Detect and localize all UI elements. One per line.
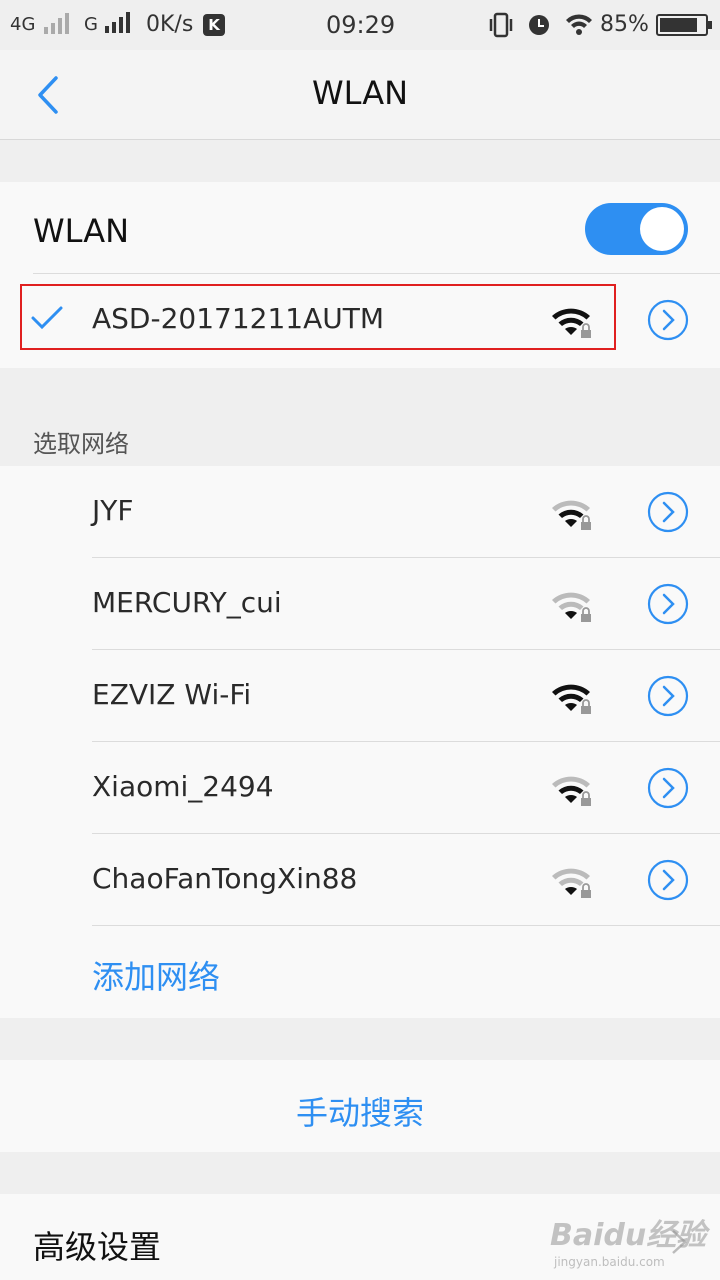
network-details-icon[interactable] (647, 767, 689, 809)
available-networks-section: JYF MERCURY_cui EZVIZ Wi-Fi Xiaomi_2494 … (0, 466, 720, 1018)
advanced-settings-label: 高级设置 (33, 1228, 162, 1266)
battery-icon (656, 14, 712, 36)
battery-percent: 85% (600, 12, 649, 37)
add-network-link[interactable]: 添加网络 (92, 952, 220, 998)
network-row[interactable]: EZVIZ Wi-Fi (0, 650, 720, 742)
alarm-icon (529, 15, 549, 35)
network-type-2: G (84, 14, 98, 35)
wifi-medium-locked-icon (552, 500, 591, 530)
wlan-toggle-row: WLAN (0, 182, 720, 274)
wlan-label: WLAN (33, 212, 130, 250)
battery-fill (660, 18, 697, 32)
clock: 09:29 (326, 11, 396, 39)
watermark-url: jingyan.baidu.com (554, 1255, 665, 1269)
vibrate-icon (489, 12, 513, 38)
network-ssid: EZVIZ Wi-Fi (92, 678, 252, 711)
network-ssid: MERCURY_cui (92, 586, 282, 619)
wifi-status-icon (566, 14, 592, 35)
network-ssid: Xiaomi_2494 (92, 770, 274, 803)
wlan-toggle[interactable] (585, 203, 688, 255)
network-row[interactable]: JYF (0, 466, 720, 558)
network-details-icon[interactable] (647, 859, 689, 901)
select-network-heading: 选取网络 (33, 430, 129, 458)
network-details-icon[interactable] (647, 299, 689, 341)
k-badge-icon: K (203, 14, 225, 36)
network-ssid: ChaoFanTongXin88 (92, 862, 358, 895)
connected-network-row[interactable]: ASD-20171211AUTM (0, 274, 720, 366)
wifi-full-locked-icon (552, 684, 591, 714)
signal-bars-icon (44, 13, 69, 34)
network-details-icon[interactable] (647, 491, 689, 533)
status-icons (489, 12, 592, 38)
watermark-logo: Baidu经验 (550, 1218, 707, 1253)
wlan-section: WLAN ASD-20171211AUTM (0, 182, 720, 368)
signal-bars-icon (105, 12, 130, 33)
network-ssid: JYF (92, 494, 134, 527)
header: WLAN (0, 50, 720, 140)
network-row[interactable]: ChaoFanTongXin88 (0, 834, 720, 926)
network-details-icon[interactable] (647, 583, 689, 625)
wifi-medium-locked-icon (552, 776, 591, 806)
network-type-1: 4G (10, 14, 36, 35)
status-bar: 4G G 0K/s K 09:29 85% (0, 0, 720, 50)
add-network-row[interactable]: 添加网络 (0, 926, 720, 1018)
network-details-icon[interactable] (647, 675, 689, 717)
network-row[interactable]: Xiaomi_2494 (0, 742, 720, 834)
manual-search-section: 手动搜索 (0, 1060, 720, 1152)
highlight-box (20, 284, 616, 350)
wifi-weak-locked-icon (552, 592, 591, 622)
wifi-weak-locked-icon (552, 868, 591, 898)
page-title: WLAN (311, 74, 409, 112)
manual-search-button[interactable]: 手动搜索 (0, 1088, 720, 1134)
toggle-knob (640, 207, 684, 251)
network-speed: 0K/s (146, 12, 194, 37)
network-row[interactable]: MERCURY_cui (0, 558, 720, 650)
